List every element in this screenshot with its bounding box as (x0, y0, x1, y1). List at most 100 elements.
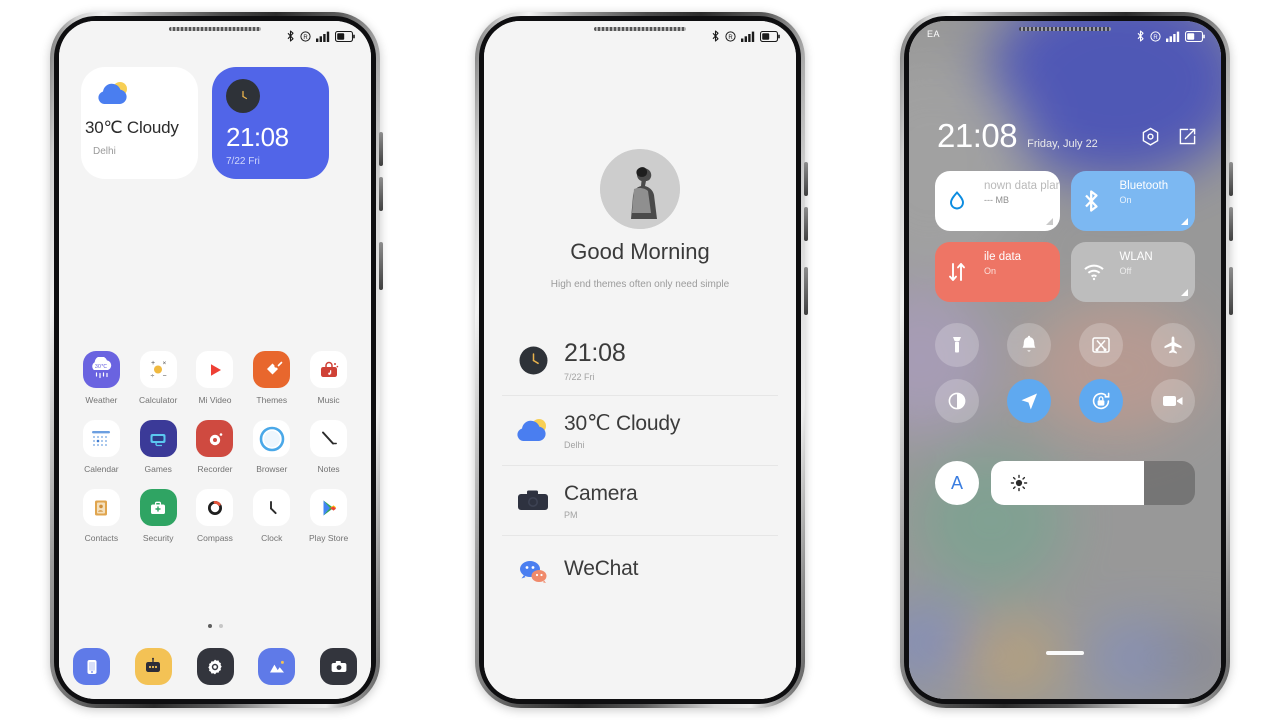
app-grid: 30℃ Weather + × ÷ − Calculator Mi Video … (73, 351, 357, 558)
settings-hex-icon[interactable] (1141, 127, 1160, 147)
clock-icon (253, 489, 291, 526)
app-recorder[interactable]: Recorder (187, 420, 244, 474)
weather-icon: 30℃ (82, 351, 120, 388)
carrier-label: EA (927, 29, 941, 39)
app-browser[interactable]: Browser (243, 420, 300, 474)
app-play-store[interactable]: Play Store (300, 489, 357, 543)
toggle-row (935, 379, 1195, 423)
airplane-icon[interactable] (1151, 323, 1195, 367)
screen-recorder-icon[interactable] (1151, 379, 1195, 423)
page-dot[interactable] (218, 624, 223, 628)
app-label: Calendar (84, 464, 119, 474)
svg-text:R: R (728, 35, 733, 41)
svg-text:÷: ÷ (151, 373, 155, 380)
dnd-icon: R (725, 30, 736, 42)
control-center: EA R 21:08 Friday, July 22 nown data pla… (909, 21, 1221, 699)
screenshot-canvas: R 30℃ Cloudy Delhi 21:08 7/22 Fri 30℃ We… (0, 0, 1280, 720)
signal-icon (1166, 31, 1180, 42)
location-icon[interactable] (1007, 379, 1051, 423)
phone-3-screen: EA R 21:08 Friday, July 22 nown data pla… (909, 21, 1221, 699)
app-security[interactable]: Security (130, 489, 187, 543)
expand-corner-icon[interactable] (1181, 218, 1188, 225)
analog-clock-icon (502, 344, 564, 377)
app-music[interactable]: Music (300, 351, 357, 405)
security-icon (139, 489, 177, 526)
quick-settings-tiles: nown data plan --- MB Bluetooth On ile d… (935, 171, 1195, 302)
app-label: Contacts (84, 533, 119, 543)
volume-up-button[interactable] (804, 162, 808, 196)
svg-text:R: R (303, 35, 308, 41)
camera-icon (502, 488, 564, 514)
app-notes[interactable]: Notes (300, 420, 357, 474)
video-play-icon (196, 351, 234, 388)
user-avatar[interactable] (600, 149, 680, 229)
volume-down-button[interactable] (379, 177, 383, 211)
app-weather[interactable]: 30℃ Weather (73, 351, 130, 405)
list-item-title: 21:08 (564, 339, 626, 367)
contacts-icon (82, 489, 120, 526)
music-icon (310, 351, 348, 388)
greeting-subtitle: High end themes often only need simple (550, 279, 730, 290)
expand-corner-icon[interactable] (1045, 218, 1053, 225)
clock-widget[interactable]: 21:08 7/22 Fri (212, 67, 329, 179)
app-clock[interactable]: Clock (243, 489, 300, 543)
rotation-lock-icon[interactable] (1079, 379, 1123, 423)
volume-down-button[interactable] (1229, 207, 1233, 241)
settings-icon[interactable] (196, 648, 234, 685)
toggle-row (935, 323, 1195, 367)
camera-icon[interactable] (320, 648, 357, 685)
dark-mode-icon[interactable] (935, 379, 979, 423)
signal-icon (316, 31, 330, 42)
bluetooth-icon (286, 30, 295, 42)
list-item-clock[interactable]: 21:08 7/22 Fri (502, 326, 778, 396)
app-themes[interactable]: Themes (243, 351, 300, 405)
list-item-wechat[interactable]: WeChat (502, 536, 778, 606)
bell-icon[interactable] (1007, 323, 1051, 367)
app-label: Browser (256, 464, 288, 474)
app-mi-video[interactable]: Mi Video (187, 351, 244, 405)
app-calendar[interactable]: Calendar (73, 420, 130, 474)
tile-mobile-data[interactable]: ile data On (935, 242, 1060, 302)
tile-subtitle: Off (1119, 266, 1132, 276)
phone-dialer-icon[interactable] (73, 648, 110, 685)
tile-bluetooth[interactable]: Bluetooth On (1070, 171, 1195, 231)
list-item-weather[interactable]: 30℃ Cloudy Delhi (502, 396, 778, 466)
expand-corner-icon[interactable] (1181, 289, 1188, 296)
list-item-camera[interactable]: Camera PM (502, 466, 778, 536)
drag-handle[interactable] (1046, 651, 1084, 655)
app-contacts[interactable]: Contacts (73, 489, 130, 543)
volume-up-button[interactable] (1229, 162, 1233, 196)
svg-text:R: R (1153, 35, 1158, 41)
clock-widget-date: 7/22 Fri (226, 156, 260, 167)
edit-icon[interactable] (1178, 127, 1197, 147)
app-calculator[interactable]: + × ÷ − Calculator (130, 351, 187, 405)
list-item-title: 30℃ Cloudy (564, 412, 681, 435)
page-indicator (59, 624, 371, 628)
app-label: Notes (317, 464, 340, 474)
gallery-icon[interactable] (258, 648, 296, 685)
auto-brightness-button[interactable]: A (935, 461, 979, 505)
page-dot-active[interactable] (207, 624, 212, 628)
volume-down-button[interactable] (804, 207, 808, 241)
brightness-slider[interactable] (991, 461, 1195, 505)
messages-icon[interactable] (134, 648, 172, 685)
tile-data-plan[interactable]: nown data plan --- MB (935, 171, 1060, 231)
home-screen: R 30℃ Cloudy Delhi 21:08 7/22 Fri 30℃ We… (59, 21, 371, 699)
screenshot-icon[interactable] (1079, 323, 1123, 367)
flashlight-icon[interactable] (935, 323, 979, 367)
app-label: Clock (261, 533, 283, 543)
phone-2-screen: R Good Morning High end themes often onl… (484, 21, 796, 699)
dock (73, 648, 357, 685)
app-label: Recorder (197, 464, 233, 474)
svg-text:+: + (151, 360, 155, 367)
power-button[interactable] (1229, 267, 1233, 315)
power-button[interactable] (804, 267, 808, 315)
app-label: Mi Video (198, 395, 232, 405)
tile-title: WLAN (1119, 251, 1153, 263)
weather-widget[interactable]: 30℃ Cloudy Delhi (81, 67, 198, 179)
app-compass[interactable]: Compass (187, 489, 244, 543)
tile-wlan[interactable]: WLAN Off (1070, 242, 1195, 302)
app-games[interactable]: Games (130, 420, 187, 474)
volume-up-button[interactable] (379, 132, 383, 166)
power-button[interactable] (379, 242, 383, 290)
